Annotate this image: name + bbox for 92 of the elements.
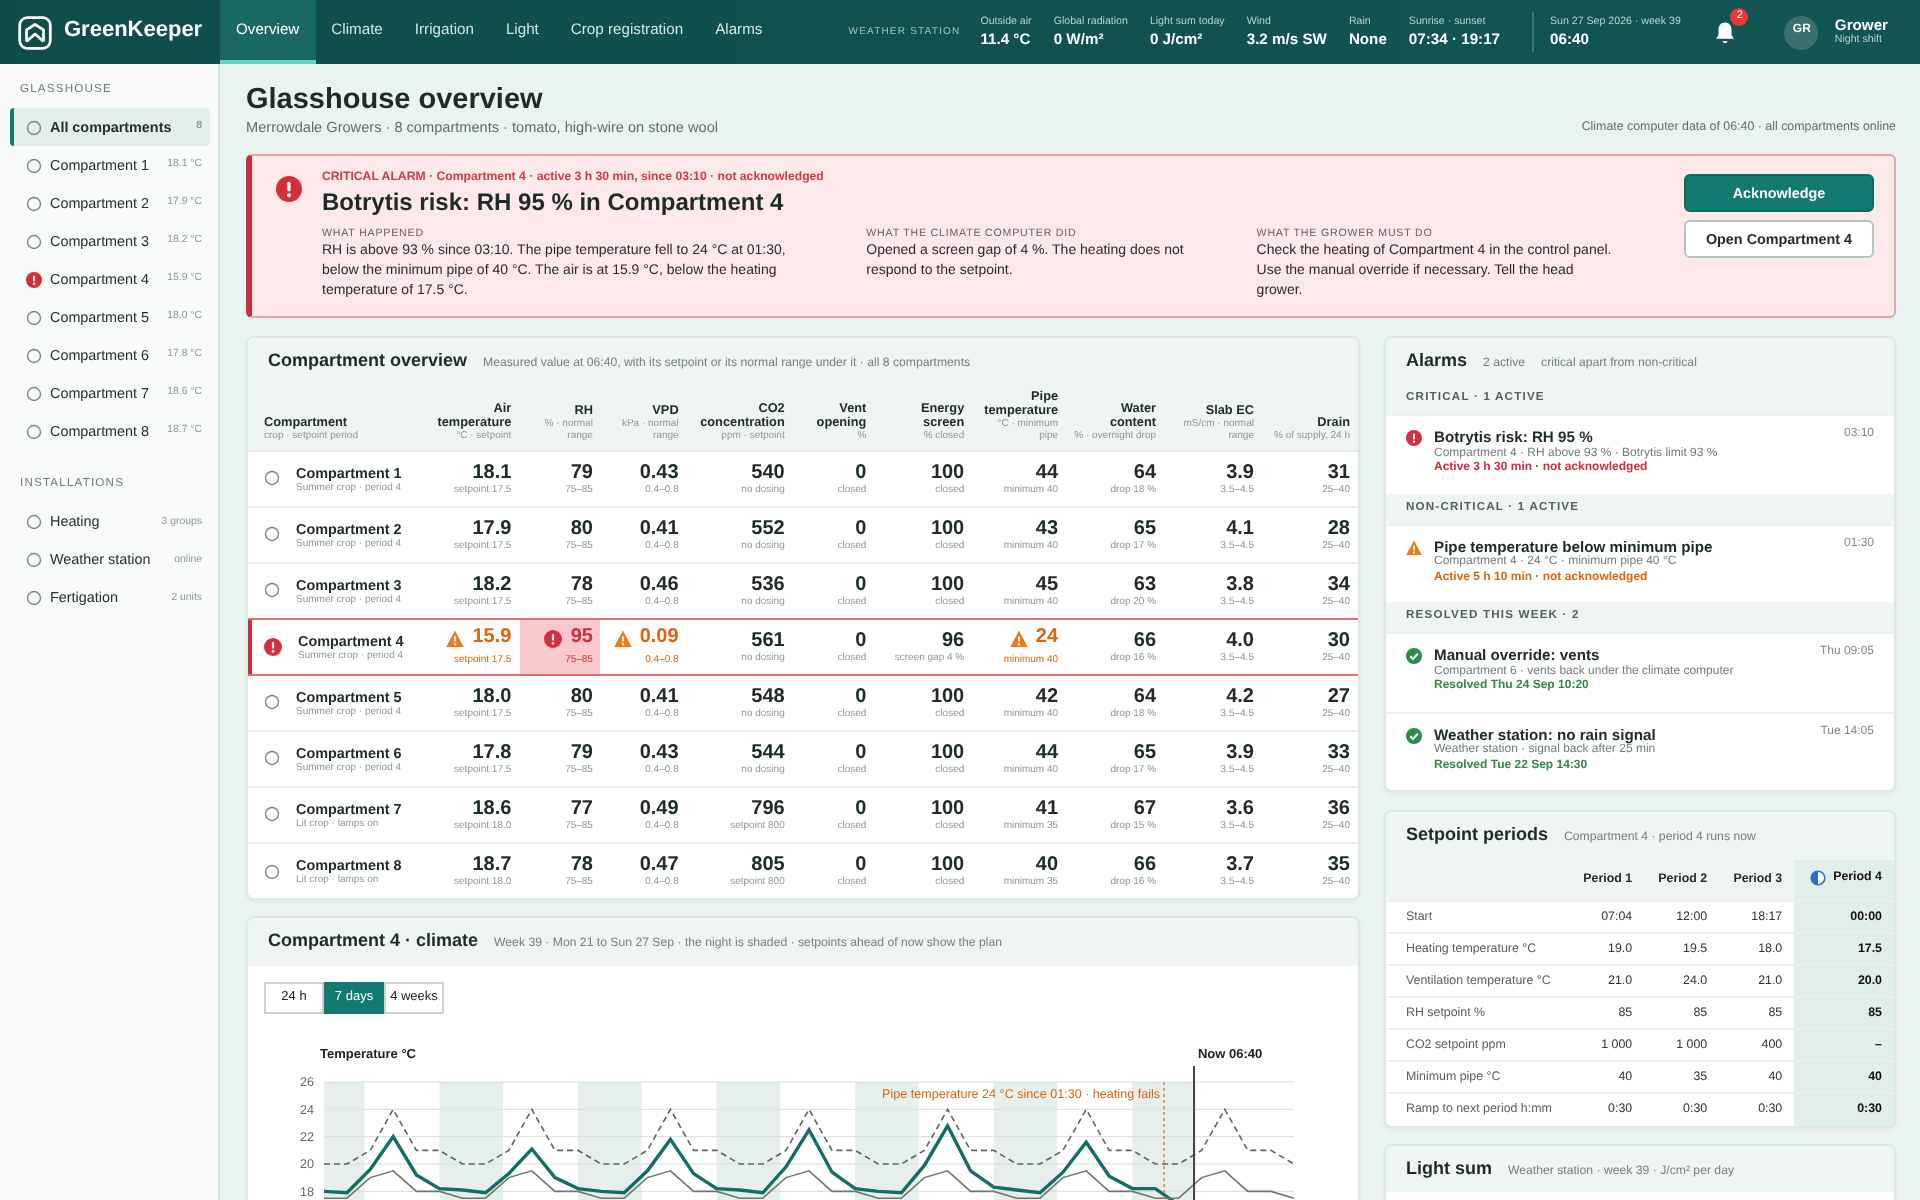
cell-value: 33 xyxy=(1327,741,1350,764)
cell-value: 3.6 xyxy=(1226,797,1254,820)
cell-value: 80 xyxy=(570,517,593,540)
cell-value: 3.9 xyxy=(1226,741,1254,764)
cell-value: 44 xyxy=(1035,741,1059,764)
cell-value: 3.8 xyxy=(1226,573,1254,596)
cell-value: 77 xyxy=(570,797,593,820)
cell-value: 45 xyxy=(1035,573,1059,596)
cell-value: 0 xyxy=(855,629,867,652)
cell-value: 548 xyxy=(751,685,785,708)
cell-value: 544 xyxy=(751,741,785,764)
cell-value: 18.7 xyxy=(472,853,512,876)
cell-value: 0.41 xyxy=(639,685,679,708)
cell-value: 0 xyxy=(855,853,867,876)
cell-value: 0 xyxy=(855,797,867,820)
cell-value: 100 xyxy=(930,685,965,708)
cell-value: 27 xyxy=(1327,685,1350,708)
page-title: Glasshouse overview xyxy=(246,84,545,119)
cell-value: 796 xyxy=(751,797,785,820)
cell-value: 43 xyxy=(1035,517,1059,540)
cell-value: 34 xyxy=(1327,573,1350,596)
cell-value: 3.7 xyxy=(1226,853,1254,877)
cell-value: 561 xyxy=(751,629,785,652)
bell-icon xyxy=(1712,19,1739,45)
cell-value: 65 xyxy=(1133,741,1157,764)
cell-value: 100 xyxy=(930,461,965,484)
cell-value: 78 xyxy=(570,853,593,877)
cell-value: 17.8 xyxy=(472,741,512,764)
cell-value: 0.46 xyxy=(639,573,679,596)
cell-value: 96 xyxy=(942,629,965,652)
notifications-button[interactable] xyxy=(1712,19,1739,45)
cell-value: 18.6 xyxy=(472,797,512,820)
cell-value: 552 xyxy=(751,517,785,540)
cell-value: 64 xyxy=(1133,685,1157,708)
cell-value: 540 xyxy=(751,461,785,484)
cell-value: 44 xyxy=(1035,461,1059,484)
cell-value: 80 xyxy=(570,685,593,708)
cell-value: 0.49 xyxy=(639,797,679,820)
cell-value: 805 xyxy=(751,853,785,877)
cell-value: 0 xyxy=(855,573,867,596)
cell-value: 536 xyxy=(751,573,785,596)
cell-value: 0 xyxy=(855,517,867,540)
cell-value: 100 xyxy=(930,797,965,820)
cell-value: 4.2 xyxy=(1226,685,1254,708)
cell-value: 40 xyxy=(1035,853,1059,877)
cell-value: 0.09 xyxy=(639,626,679,650)
cell-value: 17.9 xyxy=(472,517,512,540)
cell-value: 63 xyxy=(1133,573,1157,596)
cell-value: 30 xyxy=(1327,629,1350,652)
cell-value: 41 xyxy=(1035,797,1059,820)
cell-value: 18.2 xyxy=(472,573,512,596)
cell-value: 100 xyxy=(930,517,965,540)
cell-value: 3.9 xyxy=(1226,461,1254,484)
cell-value: 31 xyxy=(1327,461,1350,484)
cell-value: 35 xyxy=(1327,853,1350,877)
cell-value: 66 xyxy=(1133,629,1157,652)
cell-value: 78 xyxy=(570,573,593,596)
cell-value: 0.41 xyxy=(639,517,679,540)
card-title: Light sum xyxy=(1406,1157,1492,1181)
cell-value: 4.1 xyxy=(1226,517,1254,540)
alert-icon xyxy=(276,175,302,201)
cell-value: 79 xyxy=(570,741,593,764)
card-title: Setpoint periods xyxy=(1406,824,1549,848)
card-title: Compartment overview xyxy=(268,349,468,372)
cell-value: 0 xyxy=(855,461,867,484)
cell-value: 36 xyxy=(1327,797,1350,820)
card-title: Compartment 4 · climate xyxy=(268,930,479,954)
cell-value: 100 xyxy=(930,853,965,876)
cell-value: 0.43 xyxy=(639,741,679,764)
cell-value: 64 xyxy=(1133,461,1157,484)
cell-value: 0 xyxy=(855,685,867,708)
card-title: Alarms xyxy=(1406,349,1468,372)
brand-name: GreenKeeper xyxy=(64,18,203,46)
cell-value: 28 xyxy=(1327,517,1350,540)
cell-value: 95 xyxy=(570,626,593,650)
alarm-title: Botrytis risk: RH 95 % in Compartment 4 xyxy=(322,188,786,219)
cell-value: 0.43 xyxy=(639,461,679,484)
cell-value: 15.9 xyxy=(472,626,512,650)
cell-value: 0 xyxy=(855,741,867,764)
cell-value: 4.0 xyxy=(1226,629,1254,652)
cell-value: 42 xyxy=(1035,685,1059,708)
cell-value: 79 xyxy=(570,461,593,484)
cell-value: 18.1 xyxy=(472,461,512,484)
cell-value: 18.0 xyxy=(472,685,512,708)
cell-value: 24 xyxy=(1035,626,1059,650)
cell-value: 67 xyxy=(1133,797,1157,820)
logo-icon xyxy=(18,15,52,49)
cell-value: 65 xyxy=(1133,517,1157,540)
cell-value: 100 xyxy=(930,741,965,764)
cell-value: 100 xyxy=(930,573,965,596)
cell-value: 66 xyxy=(1133,853,1157,877)
cell-value: 0.47 xyxy=(639,853,679,877)
